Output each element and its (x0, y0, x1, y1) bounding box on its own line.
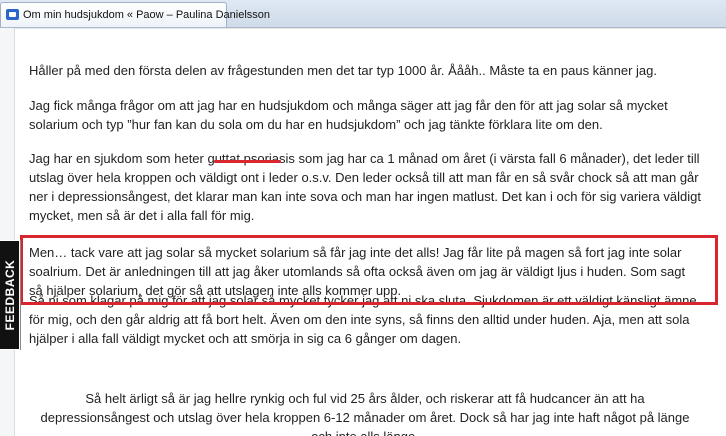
blog-favicon-icon (6, 9, 19, 20)
red-highlight-box (20, 235, 718, 305)
paragraph-2: Jag fick många frågor om att jag har en … (29, 98, 668, 132)
browser-tab[interactable]: Om min hudsjukdom « Paow – Paulina Danie… (0, 2, 270, 27)
paragraph-3: Jag har en sjukdom som heter guttat psor… (29, 151, 702, 223)
feedback-label: FEEDBACK (2, 259, 17, 331)
browser-tab-bar: Om min hudsjukdom « Paow – Paulina Danie… (0, 0, 726, 28)
blog-post-content: Håller på med den första delen av fråges… (14, 28, 726, 436)
feedback-button[interactable]: FEEDBACK (0, 240, 20, 350)
psoriasis-red-underline (214, 160, 281, 163)
tab-title: Om min hudsjukdom « Paow – Paulina Danie… (23, 9, 271, 21)
paragraph-1: Håller på med den första delen av fråges… (29, 63, 658, 78)
paragraph-6: Så helt ärligt så är jag hellre rynkig o… (40, 391, 690, 436)
